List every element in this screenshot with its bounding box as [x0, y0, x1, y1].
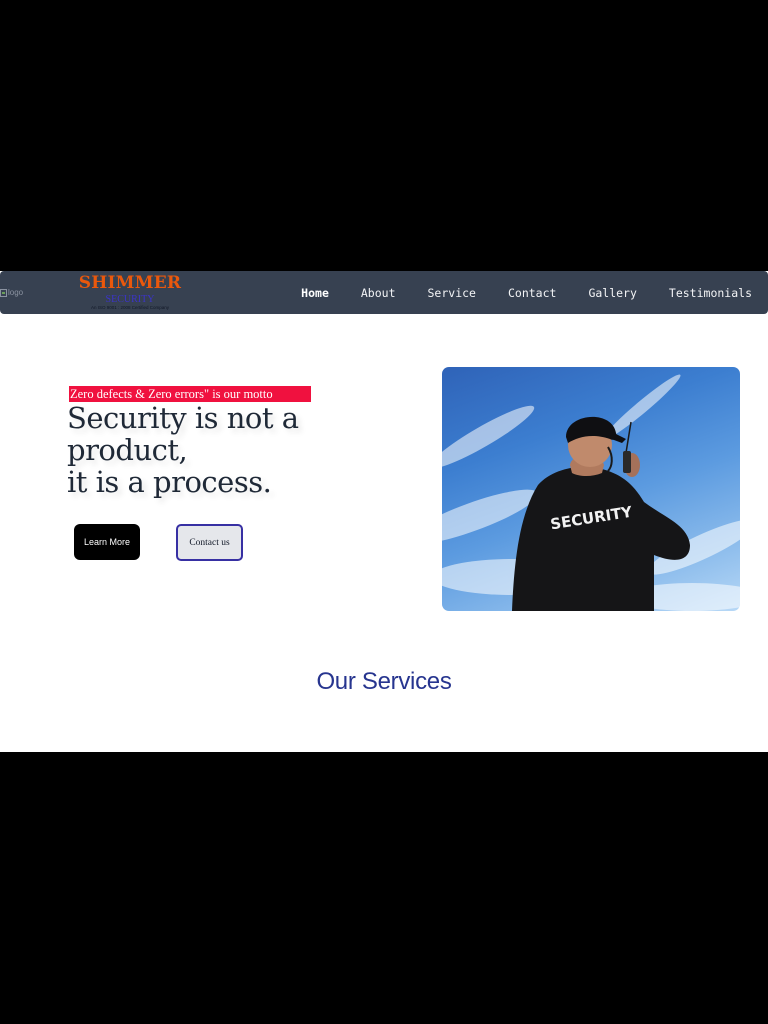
contact-us-button[interactable]: Contact us: [176, 524, 243, 561]
headline-line-2: product,: [67, 433, 188, 467]
nav-link-service[interactable]: Service: [428, 286, 476, 300]
logo-alt-text: logo: [8, 288, 24, 297]
nav-link-gallery[interactable]: Gallery: [588, 286, 636, 300]
nav-links: Home About Service Contact Gallery Testi…: [269, 271, 752, 314]
logo-image[interactable]: logo: [0, 288, 23, 297]
security-guard-illustration: SECURITY: [442, 374, 740, 611]
brand[interactable]: SHIMMER SECURITY An ISO 9001 : 2008 Cert…: [72, 273, 188, 311]
nav-link-about[interactable]: About: [361, 286, 396, 300]
hero-headline: Security is not a product, it is a proce…: [67, 402, 367, 498]
nav-link-home[interactable]: Home: [301, 286, 329, 300]
navbar: logo SHIMMER SECURITY An ISO 9001 : 2008…: [0, 271, 768, 314]
nav-link-contact[interactable]: Contact: [508, 286, 556, 300]
headline-line-1: Security is not a: [67, 401, 299, 435]
motto-banner: Zero defects & Zero errors" is our motto: [69, 386, 311, 402]
brand-name: SHIMMER: [78, 273, 182, 293]
nav-link-testimonials[interactable]: Testimonials: [669, 286, 752, 300]
security-guard-image: SECURITY: [442, 367, 740, 611]
broken-image-icon: [0, 288, 7, 297]
headline-line-3: it is a process.: [67, 465, 272, 499]
section-title-our-services: Our Services: [316, 668, 452, 695]
brand-subtitle: SECURITY: [105, 294, 155, 305]
page: logo SHIMMER SECURITY An ISO 9001 : 2008…: [0, 271, 768, 752]
brand-tagline: An ISO 9001 : 2008 Certified Company: [90, 305, 170, 310]
learn-more-button[interactable]: Learn More: [74, 524, 140, 560]
